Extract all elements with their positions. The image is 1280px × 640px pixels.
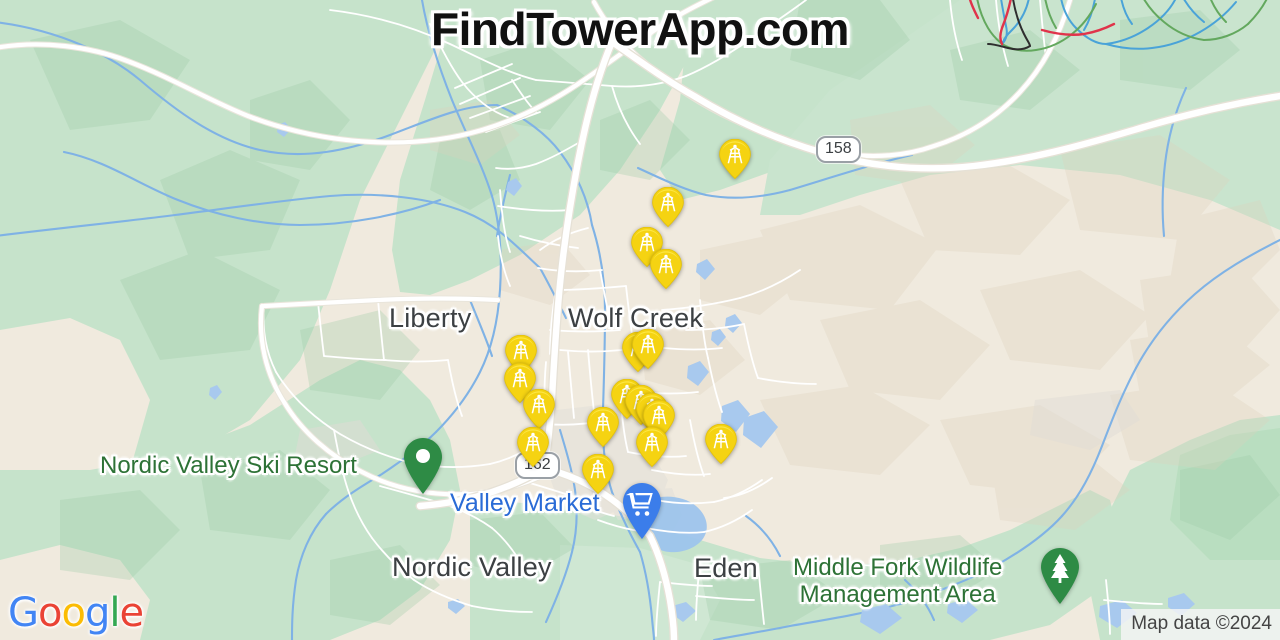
tower-marker[interactable] — [516, 426, 550, 468]
tower-marker[interactable] — [522, 388, 556, 430]
tower-marker[interactable] — [651, 186, 685, 228]
google-logo-letter: e — [119, 590, 144, 636]
google-logo-letter: l — [109, 590, 120, 636]
tower-marker[interactable] — [586, 406, 620, 448]
valley-market-pin[interactable] — [620, 482, 664, 540]
ski-trails-layer — [968, 0, 1268, 52]
tower-marker[interactable] — [704, 423, 738, 465]
google-logo-letter: G — [8, 590, 39, 636]
google-logo-letter: o — [61, 590, 86, 636]
map-canvas[interactable]: Liberty Wolf Creek Nordic Valley Eden No… — [0, 0, 1280, 640]
tower-marker[interactable] — [718, 138, 752, 180]
google-logo-letter: g — [84, 590, 110, 636]
google-logo-letter: o — [38, 590, 63, 636]
tower-marker[interactable] — [631, 328, 665, 370]
middle-fork-wildlife-pin[interactable] — [1038, 547, 1082, 605]
tower-marker[interactable] — [581, 453, 615, 495]
map-data-attribution: Map data ©2024 — [1121, 609, 1280, 640]
google-logo[interactable]: Google — [8, 590, 144, 636]
nordic-valley-ski-resort-pin[interactable] — [401, 437, 445, 495]
tower-marker[interactable] — [635, 426, 669, 468]
tower-marker[interactable] — [649, 248, 683, 290]
highway-shield-158[interactable]: 158 — [816, 136, 861, 163]
